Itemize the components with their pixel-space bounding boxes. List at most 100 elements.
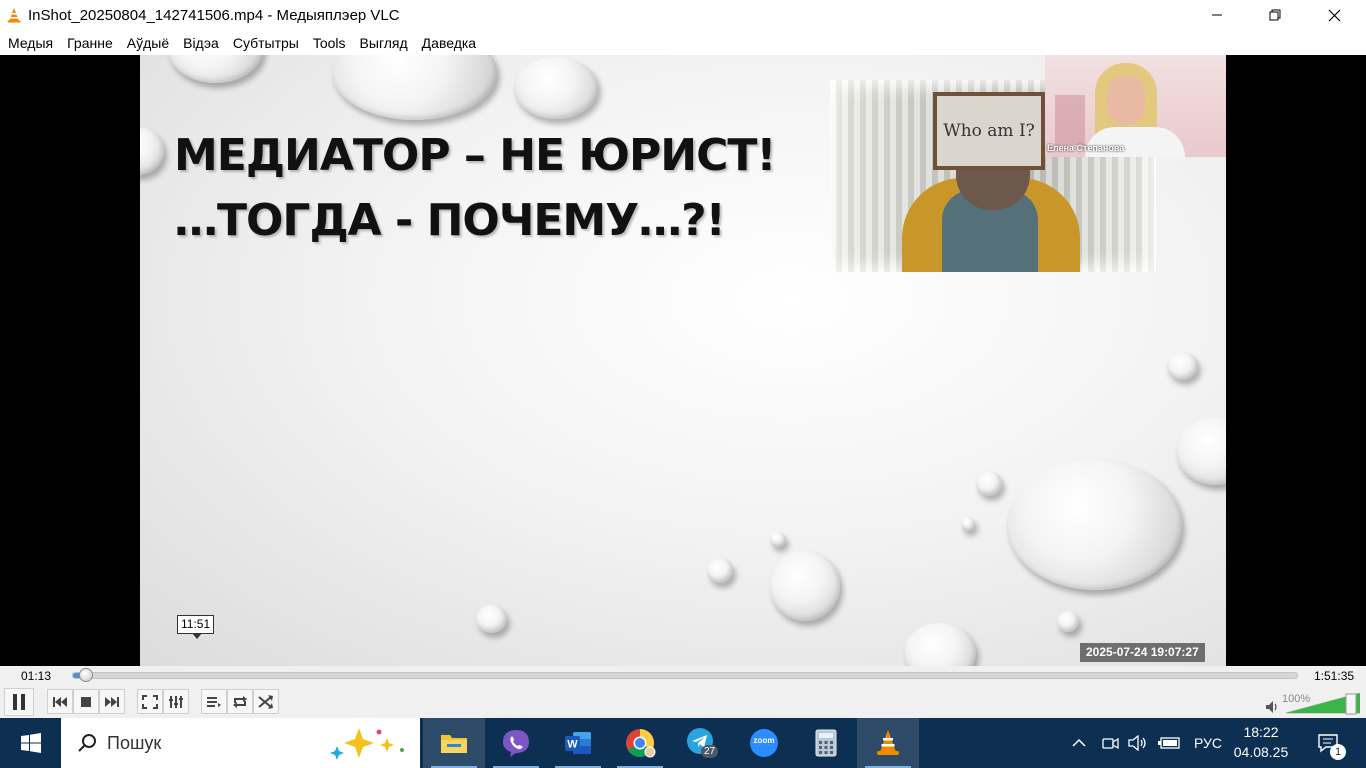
- loop-button[interactable]: [227, 689, 253, 714]
- taskbar-calculator[interactable]: [795, 718, 857, 768]
- file-explorer-icon: [441, 735, 467, 753]
- stop-button[interactable]: [73, 689, 99, 714]
- menu-help[interactable]: Даведка: [415, 32, 483, 54]
- restore-button[interactable]: [1246, 0, 1304, 30]
- clock-date: 04.08.25: [1233, 744, 1289, 760]
- menu-playback[interactable]: Гранне: [60, 32, 120, 54]
- chrome-icon: [626, 729, 656, 758]
- time-tooltip: 11:51: [177, 615, 215, 639]
- camera-tray-button[interactable]: [1098, 718, 1122, 768]
- volume-handle[interactable]: [1345, 693, 1357, 715]
- taskbar-zoom[interactable]: zoom: [733, 718, 795, 768]
- slide-title-line-1: МЕДИАТОР – НЕ ЮРИСТ!: [174, 130, 776, 181]
- participant-name: Елена Степанова: [1047, 143, 1125, 153]
- video-area[interactable]: МЕДИАТОР – НЕ ЮРИСТ! …ТОГДА - ПОЧЕМУ…?! …: [0, 55, 1366, 666]
- taskbar-word[interactable]: W: [547, 718, 609, 768]
- background-shelf: [1055, 95, 1085, 145]
- shuffle-button[interactable]: [253, 689, 279, 714]
- water-drop: [168, 55, 263, 83]
- menu-subtitles[interactable]: Субтытры: [226, 32, 306, 54]
- seek-bar-row: 01:13 1:51:35: [0, 666, 1366, 686]
- calculator-icon: [815, 729, 837, 757]
- sign-text: Who am I?: [937, 96, 1041, 166]
- camera-icon: [1102, 737, 1119, 750]
- seek-handle[interactable]: [79, 668, 93, 682]
- playlist-button[interactable]: [201, 689, 227, 714]
- water-drop: [1057, 611, 1079, 632]
- menu-media[interactable]: Медыя: [1, 32, 60, 54]
- zoom-label: zoom: [753, 736, 775, 745]
- taskbar-vlc[interactable]: [857, 718, 919, 768]
- pause-button[interactable]: [4, 688, 34, 716]
- search-placeholder: Пошук: [107, 732, 162, 753]
- water-drop: [961, 517, 975, 531]
- taskbar-chrome[interactable]: [609, 718, 671, 768]
- shuffle-icon: [258, 694, 273, 709]
- extended-settings-button[interactable]: [163, 689, 189, 714]
- speaker-tray-button[interactable]: [1126, 718, 1150, 768]
- taskbar-viber[interactable]: [485, 718, 547, 768]
- next-button[interactable]: [99, 689, 125, 714]
- close-button[interactable]: [1305, 0, 1363, 30]
- slide-title-line-2: …ТОГДА - ПОЧЕМУ…?!: [174, 195, 726, 246]
- taskbar-clock[interactable]: 18:22 04.08.25: [1232, 722, 1290, 762]
- speaker-icon: [1128, 735, 1146, 751]
- clock-time: 18:22: [1243, 724, 1279, 740]
- vlc-cone-icon: [7, 8, 21, 23]
- menu-video[interactable]: Відэа: [176, 32, 226, 54]
- battery-tray-button[interactable]: [1156, 718, 1182, 768]
- playlist-icon: [207, 696, 221, 707]
- minimize-icon: [1212, 14, 1222, 16]
- taskbar-telegram[interactable]: 27: [671, 718, 733, 768]
- previous-icon: [53, 696, 67, 707]
- menu-audio[interactable]: Аўдыё: [120, 32, 176, 54]
- participant-video-2: Елена Степанова: [1045, 55, 1226, 157]
- taskbar-search-box[interactable]: Пошук: [61, 718, 420, 768]
- held-sign: Who am I?: [933, 92, 1045, 170]
- next-icon: [105, 696, 119, 707]
- fullscreen-button[interactable]: [137, 689, 163, 714]
- title-bar: InShot_20250804_142741506.mp4 - Медыяплэ…: [0, 0, 1366, 30]
- minimize-button[interactable]: [1188, 0, 1246, 30]
- sparkle-icon: [330, 728, 404, 760]
- person-face: [1107, 75, 1145, 125]
- word-icon: W: [565, 732, 591, 754]
- telegram-unread-badge: 27: [701, 745, 719, 758]
- water-drop: [1176, 417, 1226, 485]
- window-title: InShot_20250804_142741506.mp4 - Медыяплэ…: [28, 6, 400, 24]
- water-drop: [1007, 460, 1182, 590]
- video-frame: МЕДИАТОР – НЕ ЮРИСТ! …ТОГДА - ПОЧЕМУ…?! …: [140, 55, 1226, 666]
- pause-icon: [13, 694, 25, 710]
- fullscreen-icon: [142, 694, 158, 709]
- vlc-icon: [877, 730, 899, 755]
- search-icon: [78, 734, 96, 752]
- taskbar-file-explorer[interactable]: [423, 718, 485, 768]
- water-drop: [770, 551, 840, 621]
- taskbar: Пошук W 27 zoom РУС 18:22 04.08.25 1: [0, 718, 1366, 768]
- loop-icon: [233, 695, 247, 708]
- water-drop: [976, 471, 1002, 496]
- show-hidden-icons-button[interactable]: [1066, 718, 1092, 768]
- stop-icon: [81, 696, 91, 707]
- notifications-button[interactable]: 1: [1306, 718, 1350, 768]
- water-drop: [140, 127, 164, 175]
- menu-bar: Медыя Гранне Аўдыё Відэа Субтытры Tools …: [0, 30, 1366, 55]
- notification-count-badge: 1: [1330, 744, 1346, 760]
- elapsed-time: 01:13: [21, 669, 52, 683]
- extended-settings-icon: [169, 695, 183, 708]
- volume-icon[interactable]: [1265, 700, 1279, 714]
- windows-logo-icon: [20, 733, 41, 753]
- seek-slider[interactable]: [72, 668, 1298, 682]
- menu-tools[interactable]: Tools: [306, 32, 353, 54]
- viber-icon: [503, 730, 529, 757]
- previous-button[interactable]: [47, 689, 73, 714]
- svg-text:W: W: [567, 739, 578, 751]
- language-indicator[interactable]: РУС: [1188, 718, 1228, 768]
- water-drop: [707, 558, 733, 583]
- water-drop: [1167, 352, 1198, 380]
- recording-timestamp: 2025-07-24 19:07:27: [1080, 643, 1205, 662]
- menu-view[interactable]: Выгляд: [353, 32, 415, 54]
- volume-slider[interactable]: [1286, 693, 1360, 715]
- battery-icon: [1158, 737, 1180, 749]
- start-button[interactable]: [0, 718, 61, 768]
